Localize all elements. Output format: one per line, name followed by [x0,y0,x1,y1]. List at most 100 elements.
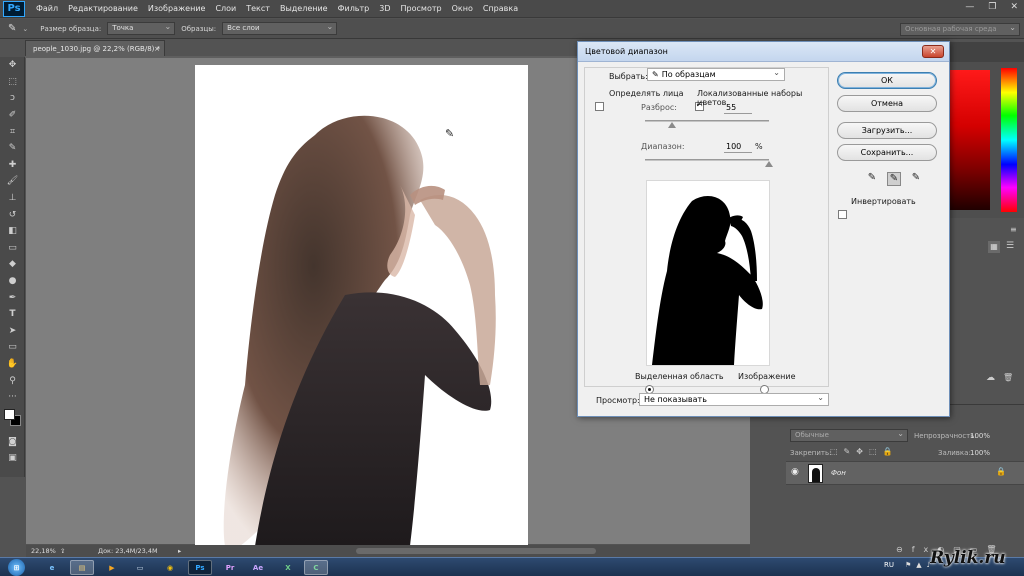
minimize-icon[interactable]: — [965,2,974,12]
language-indicator[interactable]: RU [884,561,894,569]
path-select-tool-icon[interactable]: ➤ [0,323,25,340]
status-menu-arrow-icon[interactable]: ▸ [178,545,181,557]
color-field[interactable] [950,70,990,210]
fuzziness-slider-thumb[interactable] [668,122,677,128]
history-brush-tool-icon[interactable]: ↺ [0,206,25,223]
detect-faces-checkbox[interactable] [595,102,604,111]
eraser-tool-icon[interactable]: ◧ [0,223,25,240]
healing-brush-tool-icon[interactable]: ✚ [0,157,25,174]
hue-slider[interactable] [1001,68,1017,212]
dialog-title: Цветовой диапазон [578,42,949,62]
load-button[interactable]: Загрузить... [837,122,937,139]
document-image[interactable]: ✎ [195,65,528,546]
ie-icon[interactable]: e [40,560,64,575]
libraries-footer-icon[interactable]: ☁ [986,373,995,383]
crop-tool-icon[interactable]: ⌗ [0,123,25,140]
fuzziness-input[interactable]: 55 [724,103,752,114]
tab-close-icon[interactable]: × [154,41,160,57]
pen-tool-icon[interactable]: ✒ [0,289,25,306]
menu-select[interactable]: Выделение [275,0,333,18]
fuzziness-slider-track[interactable] [645,120,769,122]
photoshop-logo: Ps [3,0,25,17]
zoom-tool-icon[interactable]: ⚲ [0,372,25,389]
start-button-icon[interactable]: ⊞ [8,559,25,576]
eyedropper-minus-icon[interactable]: ✎ [909,172,923,186]
grid-view-icon[interactable]: ▦ [988,241,1000,253]
screen-mode-icon[interactable]: ▣ [0,450,25,467]
blend-mode-select[interactable]: Обычные [790,428,908,442]
menu-help[interactable]: Справка [478,0,523,18]
camtasia-taskbar-icon[interactable]: C [304,560,328,575]
layer-name[interactable]: Фон [831,469,846,477]
hand-tool-icon[interactable]: ✋ [0,356,25,373]
lock-icons[interactable]: ⬚✎✥⬚🔒 [830,447,898,456]
menu-image[interactable]: Изображение [143,0,211,18]
workspace-select[interactable]: Основная рабочая среда [900,22,1020,36]
menu-type[interactable]: Текст [241,0,275,18]
range-input[interactable]: 100 [724,142,752,153]
share-icon[interactable]: ⇪ [60,545,65,557]
after-effects-taskbar-icon[interactable]: Ae [246,560,270,575]
fuzziness-label: Разброс: [641,103,677,112]
list-view-icon[interactable]: ☰ [1006,241,1014,251]
eyedropper-icon[interactable]: ✎ [865,172,879,186]
range-slider-thumb[interactable] [765,161,773,167]
preview-mode-dropdown[interactable]: Не показывать [639,392,829,406]
dialog-close-button[interactable]: ✕ [922,45,944,58]
premiere-taskbar-icon[interactable]: Pr [218,560,242,575]
menu-edit[interactable]: Редактирование [63,0,143,18]
range-slider-track[interactable] [645,159,769,161]
clone-stamp-tool-icon[interactable]: ⊥ [0,190,25,207]
sample-size-label: Размер образца: [40,24,102,33]
sample-size-select[interactable]: Точка [107,21,176,35]
move-tool-icon[interactable]: ✥ [0,57,25,74]
samples-select[interactable]: Все слои [222,21,338,35]
menu-layers[interactable]: Слои [210,0,241,18]
zoom-level[interactable]: 22,18% [31,545,56,557]
type-tool-icon[interactable]: T [0,306,25,323]
trash-icon[interactable]: 🗑 [1003,373,1013,382]
dodge-tool-icon[interactable]: ● [0,273,25,290]
menu-window[interactable]: Окно [447,0,478,18]
quick-mask-icon[interactable]: ◙ [0,433,25,450]
document-tab[interactable]: people_1030.jpg @ 22,2% (RGB/8) * × [25,40,165,57]
horizontal-scrollbar[interactable] [356,548,596,554]
eyedropper-plus-icon[interactable]: ✎ [887,172,901,186]
photoshop-taskbar-icon[interactable]: Ps [188,560,212,575]
menu-file[interactable]: Файл [31,0,63,18]
quick-select-tool-icon[interactable]: ✐ [0,107,25,124]
brush-tool-icon[interactable]: 🖌 [0,173,25,190]
layer-row-background[interactable]: ◉ Фон 🔒 [786,461,1024,485]
menu-view[interactable]: Просмотр [396,0,447,18]
media-player-icon[interactable]: ▶ [100,560,124,575]
opacity-value[interactable]: 100% [970,432,990,440]
shape-tool-icon[interactable]: ▭ [0,339,25,356]
excel-taskbar-icon[interactable]: X [276,560,300,575]
panel-menu-icon[interactable]: ≡ [1010,225,1017,234]
close-icon[interactable]: ✕ [1010,2,1018,12]
restore-icon[interactable]: ❐ [988,2,996,12]
save-button[interactable]: Сохранить... [837,144,937,161]
invert-checkbox[interactable] [838,210,847,219]
explorer-icon[interactable]: ▤ [70,560,94,575]
cancel-button[interactable]: Отмена [837,95,937,112]
menu-filter[interactable]: Фильтр [333,0,375,18]
tools-panel: ✥ ⬚ ↄ ✐ ⌗ ✎ ✚ 🖌 ⊥ ↺ ◧ ▭ ◆ ● ✒ T ➤ ▭ ✋ ⚲ … [0,57,25,477]
foreground-color-swatch[interactable] [4,409,15,421]
blur-tool-icon[interactable]: ◆ [0,256,25,273]
gradient-tool-icon[interactable]: ▭ [0,240,25,257]
chrome-icon[interactable]: ◉ [158,560,182,575]
eyedropper-tool-icon[interactable]: ✎ [0,140,25,157]
lasso-tool-icon[interactable]: ↄ [0,90,25,107]
menu-3d[interactable]: 3D [374,0,395,18]
range-unit: % [755,142,763,151]
select-mode-dropdown[interactable]: ✎ По образцам [647,67,785,81]
marquee-tool-icon[interactable]: ⬚ [0,74,25,91]
eyedropper-tool-icon[interactable]: ✎ [8,23,16,34]
visibility-eye-icon[interactable]: ◉ [791,467,799,477]
ok-button[interactable]: ОК [837,72,937,89]
tool-preset-chevron-icon[interactable]: ⌄ [22,25,28,33]
more-tools-icon[interactable]: ··· [0,389,25,406]
monitor-icon[interactable]: ▭ [128,560,152,575]
fill-value[interactable]: 100% [970,449,990,457]
